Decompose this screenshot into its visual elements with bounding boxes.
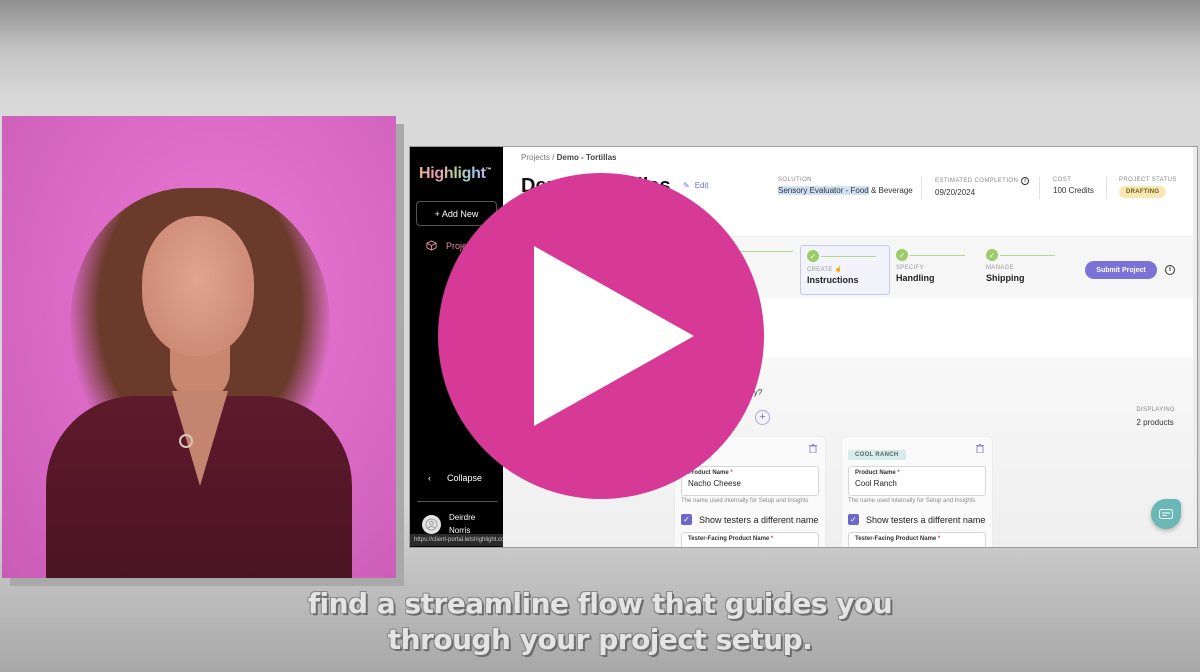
trash-icon[interactable] (809, 444, 817, 453)
meta-completion: ESTIMATED COMPLETION i 09/20/2024 (935, 177, 1030, 197)
displaying-value: 2 products (1136, 418, 1174, 427)
video-caption: find a streamline flow that guides you t… (0, 586, 1200, 658)
box-icon (426, 240, 437, 251)
highlight-logo[interactable]: Highlight™ (419, 165, 492, 183)
step-connector (910, 255, 965, 256)
logo-text: Highlight (419, 165, 486, 182)
user-first-name: Deirdre (449, 513, 476, 522)
presenter-face (142, 216, 254, 356)
presenter-necklace (179, 434, 193, 448)
step-kicker: SPECIFY (896, 265, 924, 271)
trash-icon[interactable] (976, 444, 984, 453)
field-help: The name used internally for Setup and I… (848, 498, 976, 504)
field-value: Nacho Cheese (688, 479, 741, 488)
info-icon[interactable]: i (1021, 177, 1030, 185)
hand-cursor-icon: ☝ (834, 267, 843, 273)
scrollbar[interactable] (1193, 147, 1197, 547)
breadcrumb-current: Demo - Tortillas (556, 153, 617, 162)
product-name-field[interactable]: Product Name * Cool Ranch (848, 466, 986, 496)
cost-label: COST (1053, 177, 1072, 183)
solution-value-selected: Sensory Evaluator - Food (778, 186, 869, 195)
show-different-name-checkbox[interactable]: ✓ Show testers a different name (681, 514, 819, 525)
product-name-field[interactable]: Product Name * Nacho Cheese (681, 466, 819, 496)
step-connector (1000, 255, 1055, 256)
tester-name-field[interactable]: Tester-Facing Product Name * (681, 532, 819, 547)
edit-button[interactable]: ✎ Edit (683, 181, 709, 190)
play-icon (534, 246, 694, 426)
show-different-name-checkbox[interactable]: ✓ Show testers a different name (848, 514, 986, 525)
presenter-video (2, 116, 396, 578)
step-kicker: CREATE (807, 267, 833, 273)
step-name: Handling (896, 273, 935, 283)
play-button[interactable] (438, 173, 764, 499)
caption-line: through your project setup. (387, 623, 813, 656)
meta-cost: COST 100 Credits (1053, 177, 1094, 195)
solution-label: SOLUTION (778, 177, 812, 183)
checkbox-label: Show testers a different name (866, 514, 986, 525)
completion-label: ESTIMATED COMPLETION (935, 178, 1019, 184)
logo-trademark: ™ (485, 167, 492, 174)
displaying-summary: DISPLAYING 2 products (1136, 407, 1175, 427)
solution-value-rest: & Beverage (868, 186, 913, 195)
status-badge: DRAFTING (1119, 186, 1167, 198)
field-label: Tester-Facing Product Name (688, 536, 770, 542)
user-icon (425, 517, 438, 531)
meta-divider (921, 177, 922, 199)
tester-name-field[interactable]: Tester-Facing Product Name * (848, 532, 986, 547)
pencil-icon: ✎ (683, 181, 690, 190)
add-product-button[interactable]: + (755, 410, 770, 425)
check-icon: ✓ (986, 249, 998, 261)
collapse-button[interactable]: ‹ Collapse (428, 473, 482, 483)
step-kicker: MANAGE (986, 265, 1014, 271)
field-label: Product Name (855, 470, 896, 476)
meta-divider (1039, 177, 1040, 199)
checkbox-checked-icon[interactable]: ✓ (681, 514, 692, 525)
step-manage-shipping[interactable]: ✓ MANAGE Shipping (980, 245, 1070, 295)
meta-divider (1106, 177, 1107, 199)
step-name: Shipping (986, 273, 1025, 283)
breadcrumb: Projects / Demo - Tortillas (521, 153, 616, 162)
field-label: Product Name (688, 470, 729, 476)
caption-line: find a streamline flow that guides you (307, 587, 893, 620)
step-connector (821, 256, 876, 257)
submit-project-button[interactable]: Submit Project (1085, 261, 1157, 279)
avatar (422, 514, 441, 534)
check-icon: ✓ (807, 250, 819, 262)
field-help: The name used internally for Setup and I… (681, 498, 809, 504)
breadcrumb-separator: / (552, 153, 555, 162)
status-label: PROJECT STATUS (1119, 177, 1177, 183)
displaying-label: DISPLAYING (1136, 407, 1175, 413)
breadcrumb-projects[interactable]: Projects (521, 153, 550, 162)
product-card: COOL RANCH Product Name * Cool Ranch The… (842, 437, 992, 547)
field-label: Tester-Facing Product Name (855, 536, 937, 542)
sidebar-divider (417, 501, 497, 502)
check-icon: ✓ (896, 249, 908, 261)
product-tag: COOL RANCH (848, 450, 906, 460)
step-specify-handling[interactable]: ✓ SPECIFY Handling (890, 245, 980, 295)
cost-value: 100 Credits (1053, 186, 1094, 195)
field-value: Cool Ranch (855, 479, 897, 488)
chat-icon (1159, 509, 1173, 519)
checkbox-label: Show testers a different name (699, 514, 819, 525)
edit-label: Edit (694, 181, 709, 190)
step-name: Instructions (807, 275, 859, 285)
checkbox-checked-icon[interactable]: ✓ (848, 514, 859, 525)
collapse-label: Collapse (447, 473, 483, 483)
step-create-instructions[interactable]: ✓ CREATE ☝ Instructions (800, 245, 890, 295)
chevron-left-icon: ‹ (428, 473, 431, 483)
info-icon[interactable]: i (1165, 265, 1175, 275)
meta-status: PROJECT STATUS DRAFTING (1119, 177, 1177, 198)
meta-solution: SOLUTION Sensory Evaluator - Food & Beve… (778, 177, 913, 195)
completion-value: 09/20/2024 (935, 188, 976, 197)
chat-support-button[interactable] (1151, 499, 1181, 529)
